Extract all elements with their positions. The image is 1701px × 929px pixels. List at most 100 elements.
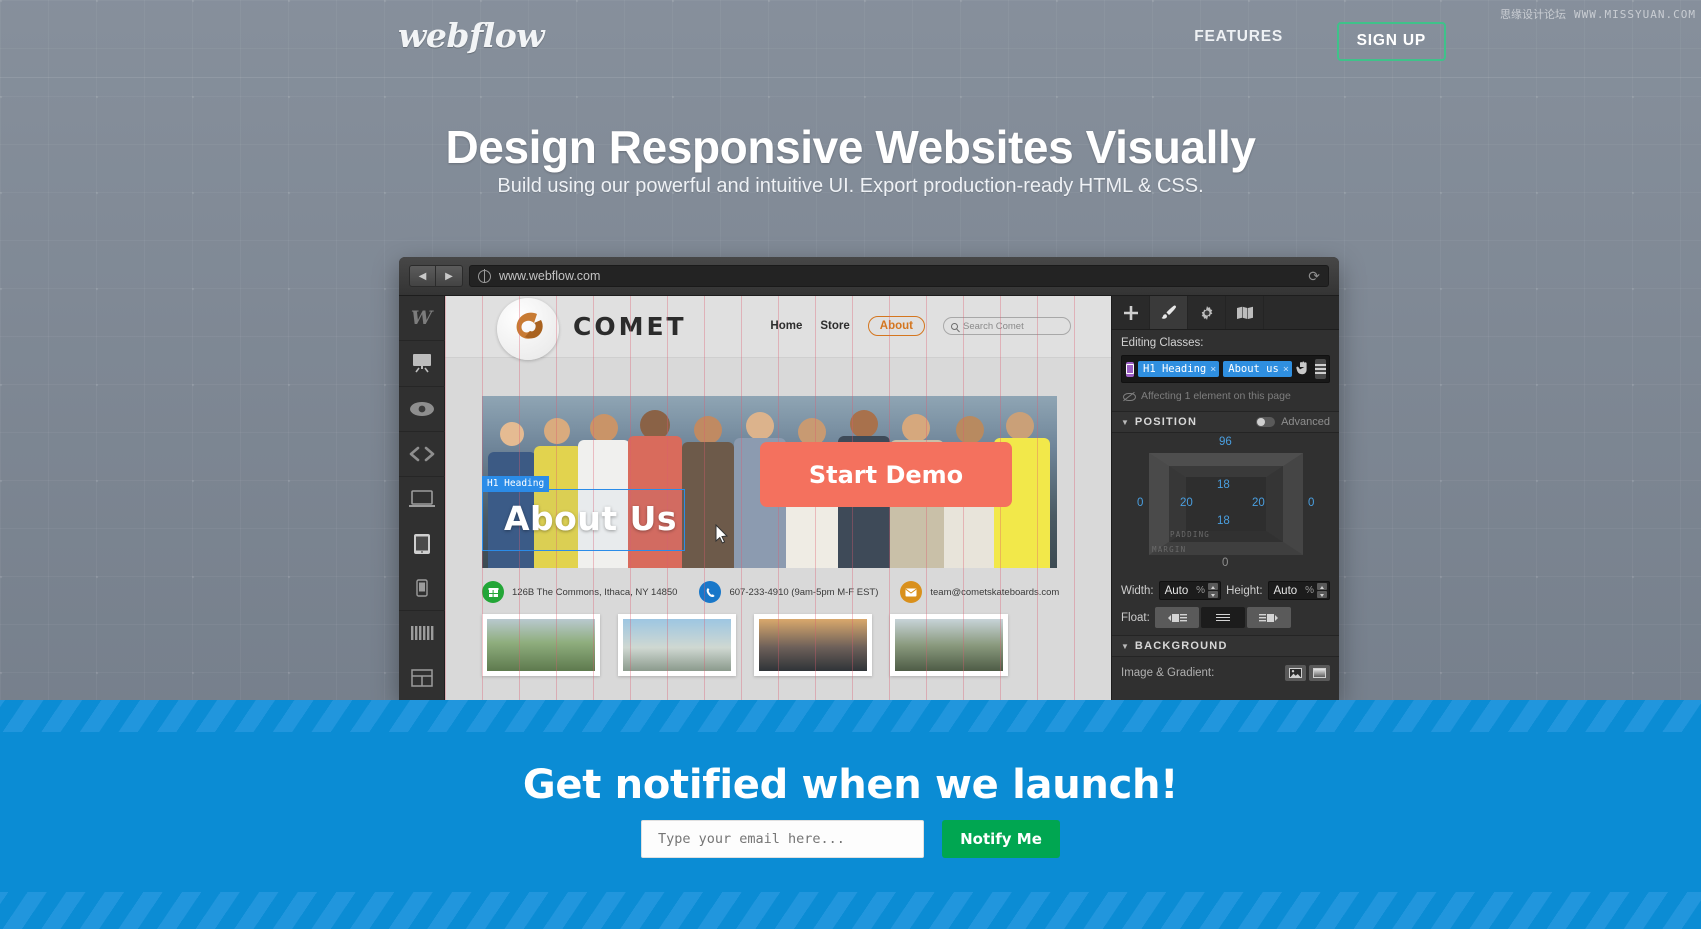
browser-mockup: ◀ ▶ www.webflow.com ⟳ W COMET Home Store…: [399, 257, 1339, 700]
class-chip-h1-heading[interactable]: H1 Heading ×: [1138, 361, 1220, 377]
float-left-button[interactable]: [1154, 607, 1199, 628]
preview-eye-icon[interactable]: [399, 387, 445, 431]
code-view-icon[interactable]: [399, 432, 445, 476]
add-panel-icon[interactable]: [399, 341, 445, 385]
bottom-stripe-divider: [0, 892, 1701, 929]
class-menu-button[interactable]: [1314, 359, 1326, 379]
margin-right-value: 0: [1308, 497, 1315, 509]
class-chip-label: About us: [1228, 363, 1279, 375]
comet-nav-store[interactable]: Store: [820, 320, 849, 332]
watermark: 思缘设计论坛 WWW.MISSYUAN.COM: [1500, 6, 1696, 22]
right-panel-tabs: [1112, 296, 1339, 330]
box-model-control[interactable]: 96 0 0 0 18 20 20 18 PADDING MARGIN: [1112, 433, 1339, 573]
class-chip-about-us[interactable]: About us ×: [1223, 361, 1292, 377]
designer-body: W COMET Home Store About Search Comet H1…: [399, 296, 1339, 700]
background-section-header[interactable]: ▼ BACKGROUND: [1112, 635, 1339, 657]
toggle-switch[interactable]: [1256, 417, 1276, 427]
height-value: Auto: [1273, 584, 1298, 597]
margin-label: MARGIN: [1152, 545, 1187, 554]
contact-phone-text: 607-233-4910 (9am-5pm M-F EST): [729, 586, 879, 598]
height-stepper[interactable]: [1317, 583, 1327, 598]
width-unit[interactable]: %: [1196, 585, 1205, 596]
start-demo-button[interactable]: Start Demo: [760, 442, 1012, 507]
designer-right-panel: Editing Classes: H1 Heading × About us ×: [1111, 296, 1339, 700]
watermark-url-text: WWW.MISSYUAN.COM: [1574, 8, 1696, 21]
add-elements-tab[interactable]: [1112, 296, 1150, 329]
thumbnail-item[interactable]: [618, 614, 736, 676]
page-subtitle: Build using our powerful and intuitive U…: [497, 175, 1204, 197]
url-bar[interactable]: www.webflow.com ⟳: [469, 265, 1329, 287]
back-icon[interactable]: ◀: [409, 265, 436, 287]
tablet-view-icon[interactable]: [399, 522, 445, 566]
layout-view-icon[interactable]: [399, 656, 445, 700]
nav-link-features[interactable]: FEATURES: [1194, 28, 1283, 46]
page-title: Design Responsive Websites Visually: [445, 121, 1256, 173]
advanced-label: Advanced: [1281, 416, 1330, 428]
forward-icon[interactable]: ▶: [436, 265, 463, 287]
globe-icon: [478, 269, 491, 283]
thumbnail-image: [895, 619, 1003, 671]
comet-site-nav: COMET Home Store About Search Comet: [445, 296, 1111, 360]
comet-search-placeholder: Search Comet: [963, 320, 1024, 332]
header-divider: [0, 77, 1701, 78]
phone-icon: [699, 581, 722, 603]
thumbnail-item[interactable]: [482, 614, 600, 676]
float-right-button[interactable]: [1246, 607, 1291, 628]
email-input[interactable]: [641, 820, 924, 858]
comet-search-input[interactable]: Search Comet: [943, 317, 1071, 335]
float-none-button[interactable]: [1200, 607, 1245, 628]
float-row: Float:: [1121, 607, 1330, 628]
padding-bottom-value: 18: [1217, 515, 1230, 527]
advanced-toggle[interactable]: Advanced: [1256, 416, 1330, 428]
newsletter-title: Get notified when we launch!: [522, 762, 1179, 808]
hand-cursor-icon: [1296, 361, 1309, 378]
settings-gear-tab[interactable]: [1188, 296, 1226, 329]
padding-left-value: 20: [1180, 497, 1193, 509]
watermark-cn-text: 思缘设计论坛: [1500, 8, 1567, 21]
thumbnail-image: [759, 619, 867, 671]
desktop-view-icon[interactable]: [399, 477, 445, 521]
mouse-cursor-icon: [715, 524, 729, 544]
background-image-icon[interactable]: [1285, 665, 1306, 681]
about-hero-photo[interactable]: H1 Heading About Us Start Demo: [482, 396, 1057, 568]
about-us-heading[interactable]: About Us: [504, 499, 677, 538]
columns-view-icon[interactable]: [399, 611, 445, 655]
webflow-logo-icon[interactable]: W: [399, 296, 445, 340]
padding-label: PADDING: [1170, 530, 1211, 539]
margin-left-value: 0: [1137, 497, 1144, 509]
width-height-row: Width: Auto % Height: Auto %: [1121, 581, 1330, 600]
float-label: Float:: [1121, 611, 1150, 624]
webflow-logo[interactable]: webflow: [398, 16, 545, 55]
margin-box: [1149, 453, 1303, 555]
position-section-header[interactable]: ▼ POSITION Advanced: [1112, 411, 1339, 433]
site-map-tab[interactable]: [1226, 296, 1264, 329]
background-gradient-icon[interactable]: [1309, 665, 1330, 681]
reload-icon[interactable]: ⟳: [1308, 269, 1320, 283]
editing-classes-section: Editing Classes: H1 Heading × About us ×: [1112, 330, 1339, 402]
contact-info-row: 126B The Commons, Ithaca, NY 14850 607-2…: [482, 581, 1062, 603]
comet-nav-about[interactable]: About: [867, 316, 925, 336]
comet-nav-home[interactable]: Home: [770, 320, 802, 332]
height-input[interactable]: Auto %: [1267, 581, 1330, 600]
padding-right-value: 20: [1252, 497, 1265, 509]
photo-thumbnail-grid: [482, 614, 1008, 676]
close-icon[interactable]: ×: [1210, 364, 1216, 375]
newsletter-form: Notify Me: [0, 820, 1701, 858]
thumbnail-item[interactable]: [754, 614, 872, 676]
signup-button[interactable]: SIGN UP: [1336, 22, 1446, 61]
mobile-view-icon[interactable]: [399, 566, 445, 610]
size-and-float-fields: Width: Auto % Height: Auto % Float:: [1112, 573, 1339, 628]
designer-canvas[interactable]: COMET Home Store About Search Comet H1 H…: [445, 296, 1111, 700]
chevron-down-icon: ▼: [1121, 417, 1129, 427]
height-unit[interactable]: %: [1305, 585, 1314, 596]
background-buttons: [1285, 665, 1330, 681]
style-brush-tab[interactable]: [1150, 296, 1188, 329]
width-stepper[interactable]: [1208, 583, 1219, 598]
width-input[interactable]: Auto %: [1158, 581, 1222, 600]
device-indicator-icon: [1126, 361, 1134, 377]
notify-me-button[interactable]: Notify Me: [942, 820, 1060, 858]
designer-left-toolbar: W: [399, 296, 445, 700]
thumbnail-item[interactable]: [890, 614, 1008, 676]
close-icon[interactable]: ×: [1283, 364, 1289, 375]
contact-address: 126B The Commons, Ithaca, NY 14850: [482, 581, 677, 603]
